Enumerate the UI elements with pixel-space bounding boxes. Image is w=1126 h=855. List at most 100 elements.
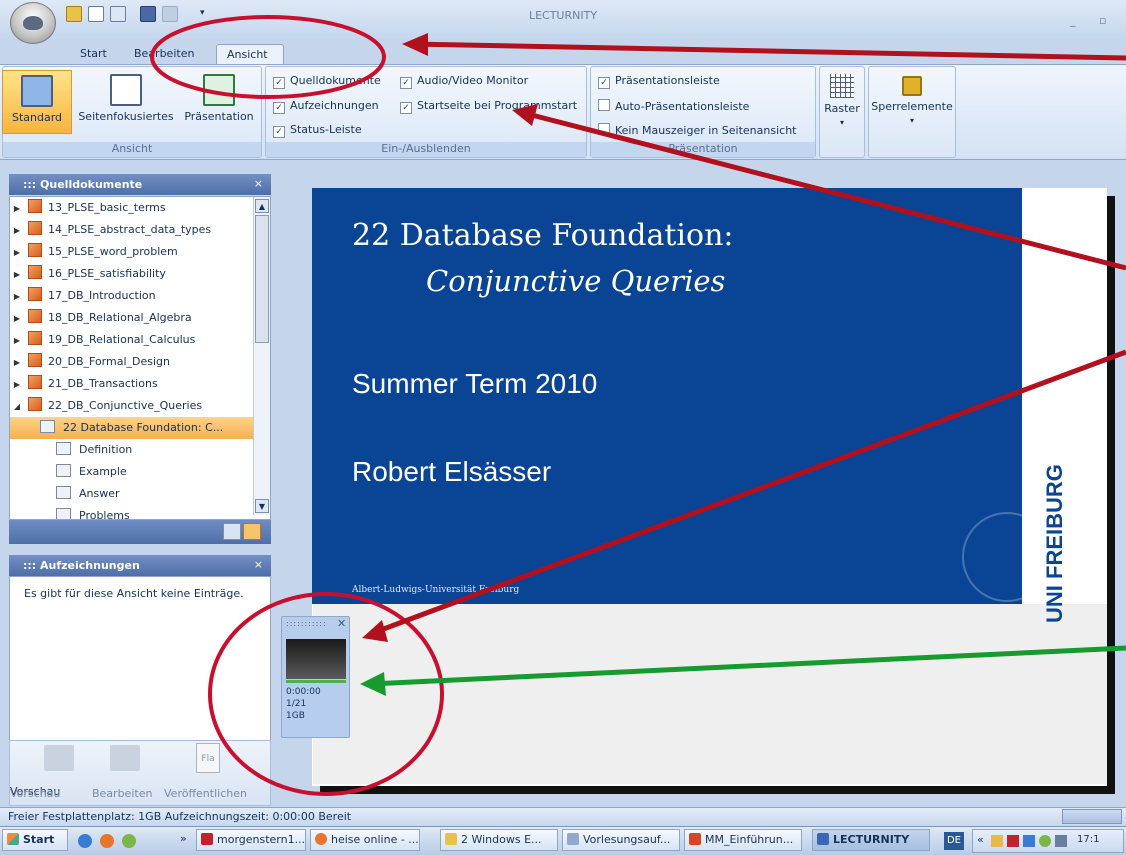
quicklaunch-icon[interactable] bbox=[122, 834, 136, 848]
tree-item-label: 22 Database Foundation: C... bbox=[63, 421, 224, 434]
checkbox-auto-praesentationsleiste[interactable]: Auto-Präsentationsleiste bbox=[598, 99, 749, 113]
tray-display-icon[interactable] bbox=[1055, 835, 1067, 847]
thumbnail-view-icon[interactable] bbox=[223, 523, 241, 540]
checkbox-kein-mauszeiger[interactable]: Kein Mauszeiger in Seitenansicht bbox=[598, 123, 796, 137]
slide-number: 22 bbox=[352, 218, 391, 253]
scroll-up-arrow-icon[interactable]: ▲ bbox=[255, 199, 269, 213]
tree-item-label: 13_PLSE_basic_terms bbox=[48, 201, 166, 214]
quicklaunch-overflow-icon[interactable]: » bbox=[180, 832, 187, 845]
tray-network-icon[interactable] bbox=[1023, 835, 1035, 847]
dropdown-arrow-icon: ▾ bbox=[909, 116, 914, 125]
checkbox-praesentationsleiste[interactable]: ✓ Präsentationsleiste bbox=[598, 74, 720, 89]
tree-item[interactable]: ▶ 14_PLSE_abstract_data_types bbox=[10, 219, 270, 241]
scroll-down-arrow-icon[interactable]: ▼ bbox=[255, 499, 269, 513]
tree-item[interactable]: ▶ 16_PLSE_satisfiability bbox=[10, 263, 270, 285]
university-seal-image bbox=[962, 512, 1052, 602]
tree-item[interactable]: ▶ 21_DB_Transactions bbox=[10, 373, 270, 395]
taskbar-item-mm-einfuehrung[interactable]: MM_Einführun... bbox=[684, 829, 802, 851]
start-button[interactable]: Start bbox=[2, 829, 68, 851]
slide-page-icon bbox=[56, 464, 71, 477]
tray-app-icon[interactable] bbox=[1007, 835, 1019, 847]
tree-item[interactable]: ▶ 17_DB_Introduction bbox=[10, 285, 270, 307]
expand-icon[interactable]: ▶ bbox=[10, 352, 24, 374]
tab-ansicht[interactable]: Ansicht bbox=[216, 44, 284, 65]
page-focused-view-label: Seitenfokusiertes bbox=[78, 110, 174, 123]
presentation-file-icon bbox=[28, 265, 42, 279]
expand-icon[interactable]: ▶ bbox=[10, 264, 24, 286]
preview-clapper-icon[interactable] bbox=[44, 745, 74, 771]
taskbar-item-morgenstern[interactable]: morgenstern1... bbox=[196, 829, 306, 851]
vorschau-button[interactable]: Vorschau bbox=[10, 787, 60, 800]
page-focused-view-button[interactable]: Seitenfokusiertes bbox=[74, 70, 178, 134]
close-icon[interactable]: ✕ bbox=[337, 617, 346, 630]
page-focused-view-icon bbox=[110, 74, 142, 106]
tray-app-icon[interactable] bbox=[1039, 835, 1051, 847]
tree-child-item[interactable]: Answer bbox=[10, 483, 270, 505]
firefox-icon[interactable] bbox=[100, 834, 114, 848]
checkbox-startseite[interactable]: ✓ Startseite bei Programmstart bbox=[400, 99, 577, 114]
tree-item-label: Definition bbox=[79, 443, 133, 456]
tree-item[interactable]: ◢ 22_DB_Conjunctive_Queries bbox=[10, 395, 270, 417]
padlock-icon bbox=[902, 76, 922, 96]
expand-icon[interactable]: ▶ bbox=[10, 198, 24, 220]
taskbar-item-windows-explorer[interactable]: 2 Windows E... bbox=[440, 829, 558, 851]
expand-icon[interactable]: ▶ bbox=[10, 286, 24, 308]
tree-scrollbar[interactable]: ▲ ▼ bbox=[253, 197, 270, 515]
expand-icon[interactable]: ▶ bbox=[10, 242, 24, 264]
tree-child-item-selected[interactable]: 22 Database Foundation: C... bbox=[10, 417, 270, 439]
window-controls[interactable]: _ ▫ bbox=[1070, 14, 1126, 27]
veroeffentlichen-button[interactable]: Veröffentlichen bbox=[164, 787, 247, 800]
tree-child-item[interactable]: Example bbox=[10, 461, 270, 483]
av-monitor[interactable]: ::::::::::: ✕ 0:00:00 1/21 1GB bbox=[281, 616, 350, 738]
tree-item[interactable]: ▶ 20_DB_Formal_Design bbox=[10, 351, 270, 373]
tree-item[interactable]: ▶ 18_DB_Relational_Algebra bbox=[10, 307, 270, 329]
checkbox-quelldokumente[interactable]: ✓ Quelldokumente bbox=[273, 74, 381, 89]
tree-item[interactable]: ▶ 19_DB_Relational_Calculus bbox=[10, 329, 270, 351]
close-icon[interactable]: × bbox=[254, 177, 263, 190]
taskbar-item-vorlesungsauf[interactable]: Vorlesungsauf... bbox=[562, 829, 680, 851]
tray-app-icon[interactable] bbox=[991, 835, 1003, 847]
lecturnity-icon bbox=[817, 833, 829, 845]
tab-start[interactable]: Start bbox=[70, 44, 117, 65]
slide-author: Robert Elsässer bbox=[352, 456, 552, 487]
tab-bearbeiten[interactable]: Bearbeiten bbox=[124, 44, 204, 65]
tree-child-item[interactable]: Definition bbox=[10, 439, 270, 461]
tree-footer-bar bbox=[9, 520, 271, 544]
expand-icon[interactable]: ▶ bbox=[10, 220, 24, 242]
tree-child-item[interactable]: Problems bbox=[10, 505, 270, 519]
av-monitor-drag-handle[interactable]: ::::::::::: bbox=[286, 619, 332, 628]
sperrelemente-button[interactable]: Sperrelemente ▾ bbox=[869, 70, 955, 134]
expand-icon[interactable]: ▶ bbox=[10, 374, 24, 396]
collapse-icon[interactable]: ◢ bbox=[10, 396, 24, 418]
presentation-view-button[interactable]: Präsentation bbox=[180, 70, 258, 134]
tray-expand-icon[interactable]: « bbox=[977, 833, 984, 846]
tree-item-label: 19_DB_Relational_Calculus bbox=[48, 333, 196, 346]
tree-item-label: 17_DB_Introduction bbox=[48, 289, 156, 302]
taskbar-item-heise[interactable]: heise online - ... bbox=[310, 829, 420, 851]
tree-view-icon[interactable] bbox=[243, 523, 261, 540]
checkbox-aufzeichnungen[interactable]: ✓ Aufzeichnungen bbox=[273, 99, 379, 114]
expand-icon[interactable]: ▶ bbox=[10, 308, 24, 330]
checkbox-status-leiste[interactable]: ✓ Status-Leiste bbox=[273, 123, 362, 138]
raster-label: Raster bbox=[824, 102, 860, 115]
tree-item[interactable]: ▶ 13_PLSE_basic_terms bbox=[10, 197, 270, 219]
language-indicator[interactable]: DE bbox=[944, 832, 964, 850]
close-icon[interactable]: × bbox=[254, 558, 263, 571]
taskbar-item-lecturnity-active[interactable]: LECTURNITY bbox=[812, 829, 930, 851]
scroll-thumb[interactable] bbox=[255, 215, 269, 343]
standard-view-icon bbox=[21, 75, 53, 107]
view-mode-icons[interactable] bbox=[1062, 809, 1122, 824]
standard-view-button[interactable]: Standard bbox=[2, 70, 72, 134]
annotation-arrow-1 bbox=[409, 41, 1126, 61]
taskbar-item-label: morgenstern1... bbox=[217, 833, 306, 846]
browser-icon[interactable] bbox=[78, 834, 92, 848]
checkbox-audio-video-monitor[interactable]: ✓ Audio/Video Monitor bbox=[400, 74, 528, 89]
bearbeiten-button[interactable]: Bearbeiten bbox=[92, 787, 152, 800]
flash-file-icon[interactable]: Fla bbox=[196, 743, 220, 773]
edit-clapper-icon[interactable] bbox=[110, 745, 140, 771]
expand-icon[interactable]: ▶ bbox=[10, 330, 24, 352]
system-tray: « 17:1 bbox=[972, 829, 1124, 853]
raster-button[interactable]: Raster ▾ bbox=[820, 70, 864, 134]
tree-item[interactable]: ▶ 15_PLSE_word_problem bbox=[10, 241, 270, 263]
application-menu-button[interactable] bbox=[10, 2, 56, 44]
